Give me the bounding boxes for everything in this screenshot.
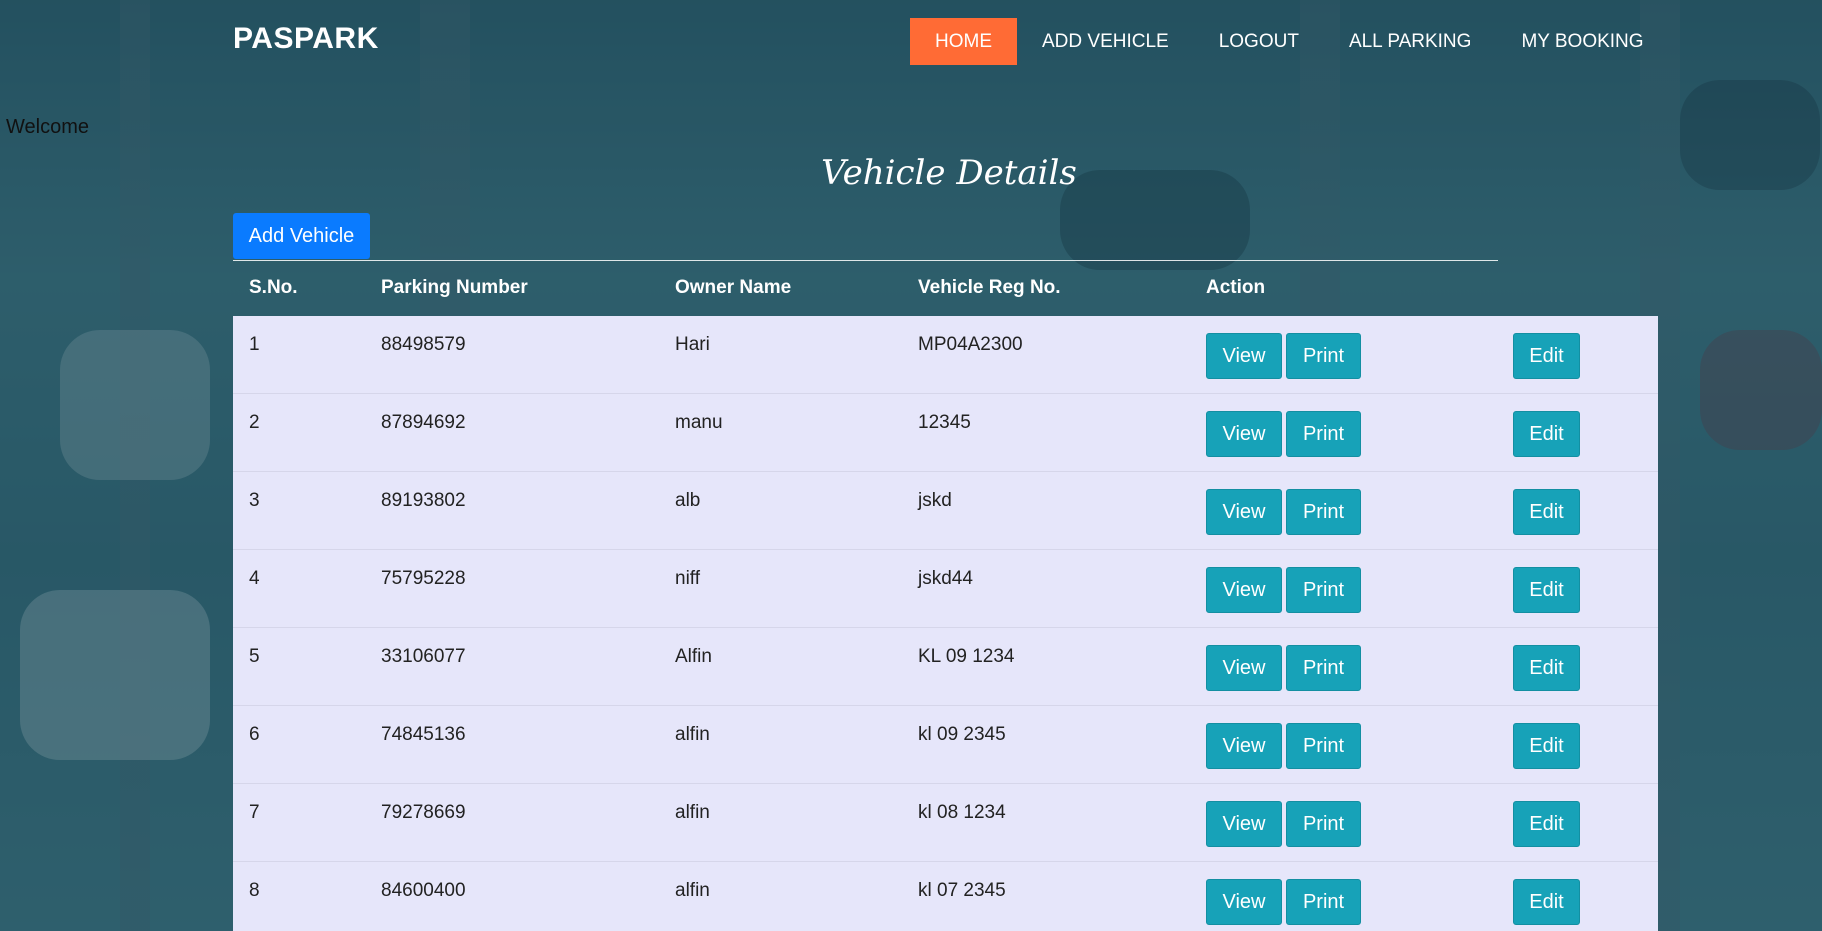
nav-all-parking[interactable]: ALL PARKING: [1324, 18, 1497, 65]
edit-button[interactable]: Edit: [1513, 411, 1580, 457]
cell-sno: 5: [249, 646, 260, 667]
table-row: 1 88498579 Hari MP04A2300 View Print Edi…: [233, 316, 1658, 394]
edit-button[interactable]: Edit: [1513, 489, 1580, 535]
brand-logo[interactable]: PASPARK: [233, 22, 379, 56]
view-button[interactable]: View: [1206, 411, 1282, 457]
table-row: 8 84600400 alfin kl 07 2345 View Print E…: [233, 862, 1658, 931]
cell-parking-number: 75795228: [381, 568, 466, 589]
print-button[interactable]: Print: [1286, 879, 1361, 925]
table-row: 2 87894692 manu 12345 View Print Edit: [233, 394, 1658, 472]
table-row: 7 79278669 alfin kl 08 1234 View Print E…: [233, 784, 1658, 862]
header-owner-name: Owner Name: [675, 277, 792, 298]
cell-vehicle-reg: kl 08 1234: [918, 802, 1006, 823]
view-button[interactable]: View: [1206, 489, 1282, 535]
view-button[interactable]: View: [1206, 879, 1282, 925]
print-button[interactable]: Print: [1286, 645, 1361, 691]
view-button[interactable]: View: [1206, 723, 1282, 769]
header-sno: S.No.: [249, 277, 298, 298]
table-body: 1 88498579 Hari MP04A2300 View Print Edi…: [233, 316, 1658, 931]
cell-parking-number: 74845136: [381, 724, 466, 745]
print-button[interactable]: Print: [1286, 489, 1361, 535]
cell-owner-name: niff: [675, 568, 701, 589]
print-button[interactable]: Print: [1286, 567, 1361, 613]
edit-button[interactable]: Edit: [1513, 879, 1580, 925]
cell-vehicle-reg: jskd: [918, 490, 952, 511]
cell-sno: 2: [249, 412, 260, 433]
cell-owner-name: alfin: [675, 724, 710, 745]
cell-sno: 4: [249, 568, 260, 589]
table-header: S.No. Parking Number Owner Name Vehicle …: [233, 262, 1658, 315]
page-title: Vehicle Details: [821, 153, 1077, 193]
edit-button[interactable]: Edit: [1513, 333, 1580, 379]
cell-owner-name: alfin: [675, 802, 710, 823]
edit-button[interactable]: Edit: [1513, 645, 1580, 691]
table-row: 6 74845136 alfin kl 09 2345 View Print E…: [233, 706, 1658, 784]
header-vehicle-reg: Vehicle Reg No.: [918, 277, 1061, 298]
edit-button[interactable]: Edit: [1513, 801, 1580, 847]
welcome-text: Welcome: [6, 116, 89, 138]
nav-home[interactable]: HOME: [910, 18, 1017, 65]
nav-add-vehicle[interactable]: ADD VEHICLE: [1017, 18, 1194, 65]
table-row: 5 33106077 Alfin KL 09 1234 View Print E…: [233, 628, 1658, 706]
cell-parking-number: 89193802: [381, 490, 466, 511]
header-action: Action: [1206, 277, 1266, 298]
main-nav: HOME ADD VEHICLE LOGOUT ALL PARKING MY B…: [910, 18, 1669, 65]
nav-logout[interactable]: LOGOUT: [1194, 18, 1324, 65]
edit-button[interactable]: Edit: [1513, 723, 1580, 769]
cell-parking-number: 33106077: [381, 646, 466, 667]
cell-parking-number: 88498579: [381, 334, 466, 355]
table-row: 3 89193802 alb jskd View Print Edit: [233, 472, 1658, 550]
view-button[interactable]: View: [1206, 645, 1282, 691]
add-vehicle-button[interactable]: Add Vehicle: [233, 213, 370, 259]
cell-parking-number: 84600400: [381, 880, 466, 901]
nav-my-booking[interactable]: MY BOOKING: [1496, 18, 1668, 65]
cell-owner-name: alfin: [675, 880, 710, 901]
cell-parking-number: 87894692: [381, 412, 466, 433]
cell-vehicle-reg: kl 09 2345: [918, 724, 1006, 745]
view-button[interactable]: View: [1206, 801, 1282, 847]
cell-vehicle-reg: kl 07 2345: [918, 880, 1006, 901]
cell-sno: 7: [249, 802, 260, 823]
cell-sno: 6: [249, 724, 260, 745]
cell-parking-number: 79278669: [381, 802, 466, 823]
print-button[interactable]: Print: [1286, 801, 1361, 847]
print-button[interactable]: Print: [1286, 723, 1361, 769]
cell-vehicle-reg: 12345: [918, 412, 971, 433]
cell-owner-name: manu: [675, 412, 723, 433]
cell-owner-name: alb: [675, 490, 701, 511]
cell-owner-name: Alfin: [675, 646, 712, 667]
cell-owner-name: Hari: [675, 334, 710, 355]
cell-vehicle-reg: jskd44: [918, 568, 973, 589]
view-button[interactable]: View: [1206, 567, 1282, 613]
cell-vehicle-reg: MP04A2300: [918, 334, 1023, 355]
cell-sno: 8: [249, 880, 260, 901]
print-button[interactable]: Print: [1286, 333, 1361, 379]
header-parking-number: Parking Number: [381, 277, 528, 298]
cell-sno: 3: [249, 490, 260, 511]
print-button[interactable]: Print: [1286, 411, 1361, 457]
table-row: 4 75795228 niff jskd44 View Print Edit: [233, 550, 1658, 628]
divider: [233, 260, 1498, 261]
edit-button[interactable]: Edit: [1513, 567, 1580, 613]
cell-sno: 1: [249, 334, 260, 355]
view-button[interactable]: View: [1206, 333, 1282, 379]
cell-vehicle-reg: KL 09 1234: [918, 646, 1015, 667]
